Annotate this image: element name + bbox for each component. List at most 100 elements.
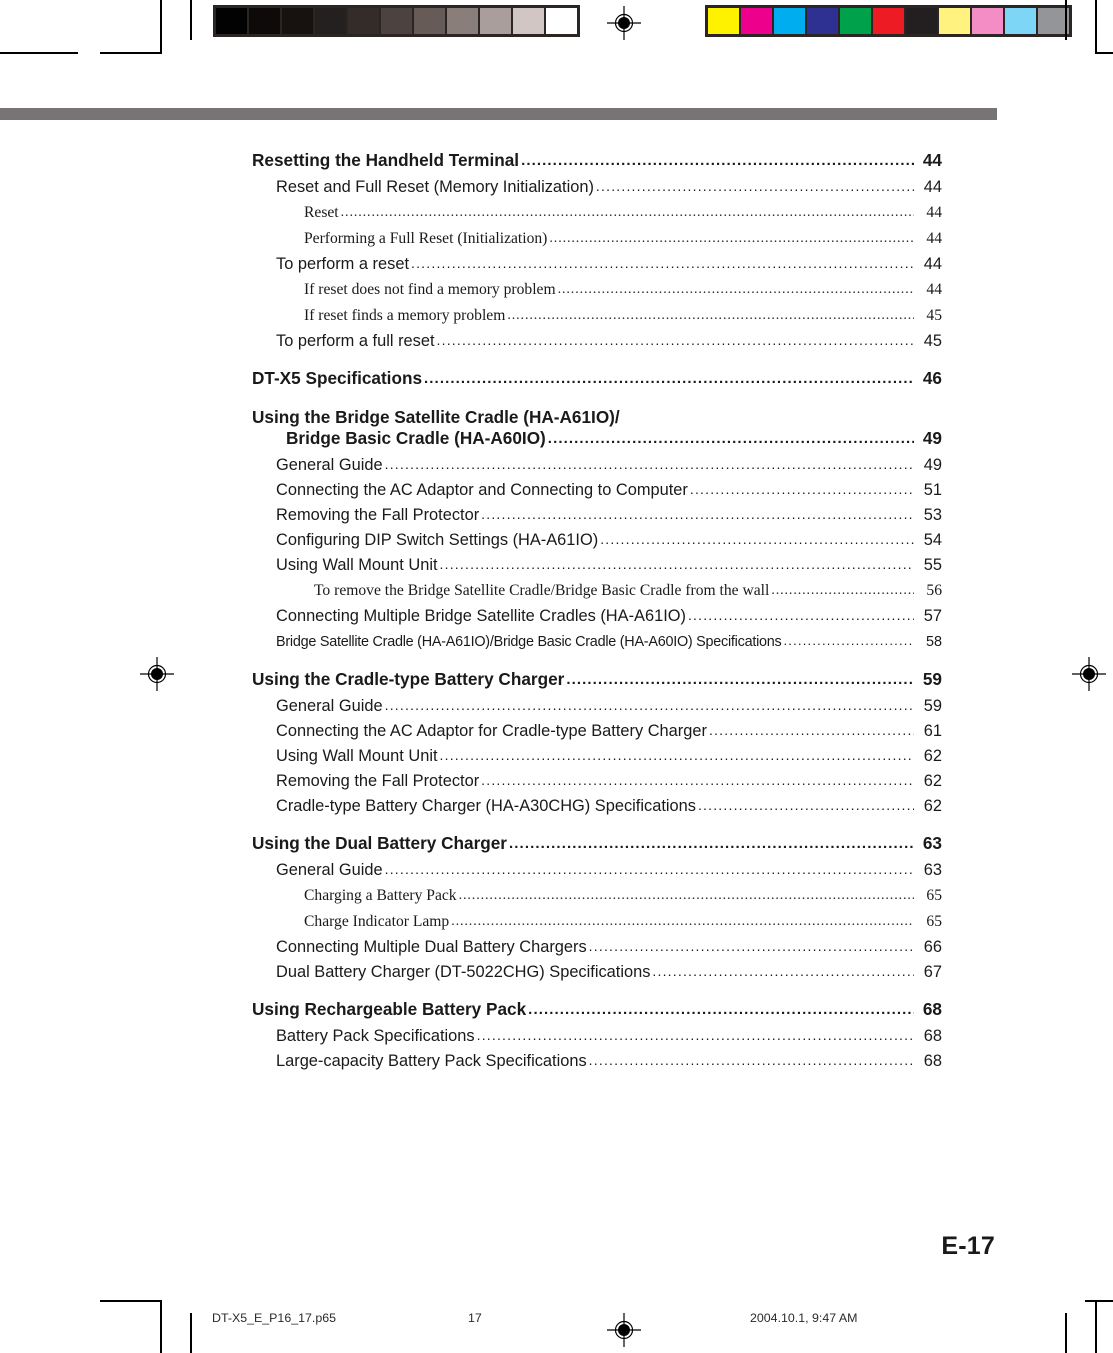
toc-entry-title: Large-capacity Battery Pack Specificatio… <box>276 1052 587 1070</box>
toc-entry[interactable]: Using Wall Mount Unit...................… <box>252 556 942 575</box>
toc-entry[interactable]: Resetting the Handheld Terminal.........… <box>252 150 942 172</box>
crop-mark-top-left-horizontal-inner <box>100 52 162 54</box>
toc-entry-title: Using Rechargeable Battery Pack <box>252 999 527 1019</box>
toc-entry-page-number: 57 <box>923 607 942 625</box>
footer-file-name: DT-X5_E_P16_17.p65 <box>212 1311 336 1325</box>
calibration-swatch <box>315 8 346 34</box>
toc-entry[interactable]: Using Wall Mount Unit...................… <box>252 747 942 766</box>
toc-entry[interactable]: To perform a full reset.................… <box>252 332 942 351</box>
toc-leader-dots: ........................................… <box>600 531 914 547</box>
toc-entry-title: Cradle-type Battery Charger (HA-A30CHG) … <box>276 797 696 815</box>
toc-entry[interactable]: Charging a Battery Pack.................… <box>252 887 942 906</box>
calibration-swatch <box>939 8 970 34</box>
toc-leader-dots: ........................................… <box>411 255 914 271</box>
crop-mark-bottom-right-horizontal <box>1085 1300 1113 1302</box>
registration-mark-bottom <box>607 1313 641 1347</box>
toc-entry[interactable]: General Guide...........................… <box>252 697 942 716</box>
toc-leader-dots: ........................................… <box>557 282 914 297</box>
toc-entry-page-number: 67 <box>923 963 942 981</box>
toc-entry[interactable]: Performing a Full Reset (Initialization)… <box>252 230 942 249</box>
crop-mark-top-right-horizontal <box>1095 52 1113 54</box>
toc-leader-dots: ........................................… <box>687 607 914 623</box>
toc-leader-dots: ........................................… <box>588 938 914 954</box>
toc-entry[interactable]: Charge Indicator Lamp...................… <box>252 913 942 932</box>
toc-entry-title: Connecting the AC Adaptor and Connecting… <box>276 481 688 499</box>
toc-entry-page-number: 59 <box>923 697 942 715</box>
toc-entry[interactable]: Using Rechargeable Battery Pack.........… <box>252 999 942 1021</box>
calibration-swatch <box>348 8 379 34</box>
toc-entry[interactable]: Connecting the AC Adaptor and Connecting… <box>252 481 942 500</box>
crop-mark-top-left-horizontal <box>0 52 78 54</box>
toc-entry[interactable]: General Guide...........................… <box>252 861 942 880</box>
calibration-swatch <box>381 8 412 34</box>
toc-entry-title: To perform a reset <box>276 255 409 273</box>
toc-entry[interactable]: To perform a reset......................… <box>252 255 942 274</box>
toc-entry-title: Removing the Fall Protector <box>276 772 480 790</box>
toc-entry-title: To perform a full reset <box>276 332 435 350</box>
toc-entry-page-number: 58 <box>925 634 942 650</box>
toc-entry-page-number: 63 <box>922 833 942 853</box>
toc-leader-dots: ........................................… <box>481 772 914 788</box>
grayscale-calibration-strip <box>213 5 580 37</box>
toc-entry-title: Resetting the Handheld Terminal <box>252 150 520 170</box>
calibration-swatch <box>972 8 1003 34</box>
toc-entry-page-number: 55 <box>923 556 942 574</box>
toc-entry[interactable]: If reset does not find a memory problem.… <box>252 281 942 300</box>
toc-entry-title: Removing the Fall Protector <box>276 506 480 524</box>
toc-leader-dots: ........................................… <box>547 430 914 447</box>
toc-entry[interactable]: Reset and Full Reset (Memory Initializat… <box>252 178 942 197</box>
toc-entry-title: Configuring DIP Switch Settings (HA-A61I… <box>276 531 599 549</box>
crop-mark-bottom-left-horizontal <box>100 1300 162 1302</box>
toc-entry[interactable]: Connecting Multiple Dual Battery Charger… <box>252 938 942 957</box>
toc-entry-title: Using the Dual Battery Charger <box>252 833 508 853</box>
toc-entry[interactable]: General Guide...........................… <box>252 456 942 475</box>
toc-entry[interactable]: Dual Battery Charger (DT-5022CHG) Specif… <box>252 963 942 982</box>
toc-entry[interactable]: Connecting Multiple Bridge Satellite Cra… <box>252 607 942 626</box>
toc-entry-page-number: 68 <box>922 999 942 1019</box>
toc-entry[interactable]: Reset...................................… <box>252 204 942 223</box>
crop-mark-bottom-left-vertical <box>160 1300 162 1353</box>
toc-entry[interactable]: Removing the Fall Protector.............… <box>252 772 942 791</box>
toc-entry-title: Bridge Satellite Cradle (HA-A61IO)/Bridg… <box>276 634 782 650</box>
toc-entry-title: General Guide <box>276 456 383 474</box>
toc-leader-dots: ........................................… <box>439 556 914 572</box>
toc-entry[interactable]: To remove the Bridge Satellite Cradle/Br… <box>252 582 942 601</box>
toc-entry-title: Connecting Multiple Dual Battery Charger… <box>276 938 587 956</box>
toc-entry-page-number: 49 <box>922 428 942 448</box>
crop-mark-top-left-bleed <box>190 0 192 40</box>
toc-entry[interactable]: Cradle-type Battery Charger (HA-A30CHG) … <box>252 797 942 816</box>
toc-leader-dots: ........................................… <box>509 835 914 852</box>
toc-entry-page-number: 44 <box>926 281 942 298</box>
toc-leader-dots: ........................................… <box>340 205 914 220</box>
toc-entry[interactable]: Using the Cradle-type Battery Charger...… <box>252 669 942 691</box>
toc-entry-title: Using the Bridge Satellite Cradle (HA-A6… <box>252 407 620 427</box>
toc-entry[interactable]: Battery Pack Specifications.............… <box>252 1027 942 1046</box>
toc-entry[interactable]: Connecting the AC Adaptor for Cradle-typ… <box>252 722 942 741</box>
page-header-rule <box>0 108 997 120</box>
toc-leader-dots: ........................................… <box>451 914 914 929</box>
registration-mark-top <box>607 6 641 40</box>
toc-entry[interactable]: Large-capacity Battery Pack Specificatio… <box>252 1052 942 1071</box>
toc-entry[interactable]: Bridge Satellite Cradle (HA-A61IO)/Bridg… <box>252 632 942 652</box>
calibration-swatch <box>414 8 445 34</box>
toc-entry[interactable]: Configuring DIP Switch Settings (HA-A61I… <box>252 531 942 550</box>
toc-entry[interactable]: If reset finds a memory problem.........… <box>252 307 942 326</box>
toc-entry-page-number: 44 <box>923 255 942 273</box>
toc-leader-dots: ........................................… <box>424 370 914 387</box>
toc-entry-title: Reset and Full Reset (Memory Initializat… <box>276 178 594 196</box>
toc-entry[interactable]: DT-X5 Specifications....................… <box>252 368 942 390</box>
toc-entry[interactable]: Removing the Fall Protector.............… <box>252 506 942 525</box>
calibration-swatch <box>873 8 904 34</box>
calibration-swatch <box>1005 8 1036 34</box>
toc-leader-dots: ........................................… <box>528 1001 914 1018</box>
toc-entry[interactable]: Bridge Basic Cradle (HA-A60IO)..........… <box>252 428 942 450</box>
toc-leader-dots: ........................................… <box>384 697 914 713</box>
toc-leader-dots: ........................................… <box>689 481 914 497</box>
crop-mark-top-right-vertical <box>1095 0 1097 54</box>
toc-entry-page-number: 66 <box>923 938 942 956</box>
toc-entry-title: Connecting the AC Adaptor for Cradle-typ… <box>276 722 707 740</box>
crop-mark-top-right-bleed <box>1065 0 1067 40</box>
toc-entry[interactable]: Using the Dual Battery Charger..........… <box>252 833 942 855</box>
toc-entry-title: General Guide <box>276 861 383 879</box>
toc-entry-page-number: 68 <box>923 1052 942 1070</box>
